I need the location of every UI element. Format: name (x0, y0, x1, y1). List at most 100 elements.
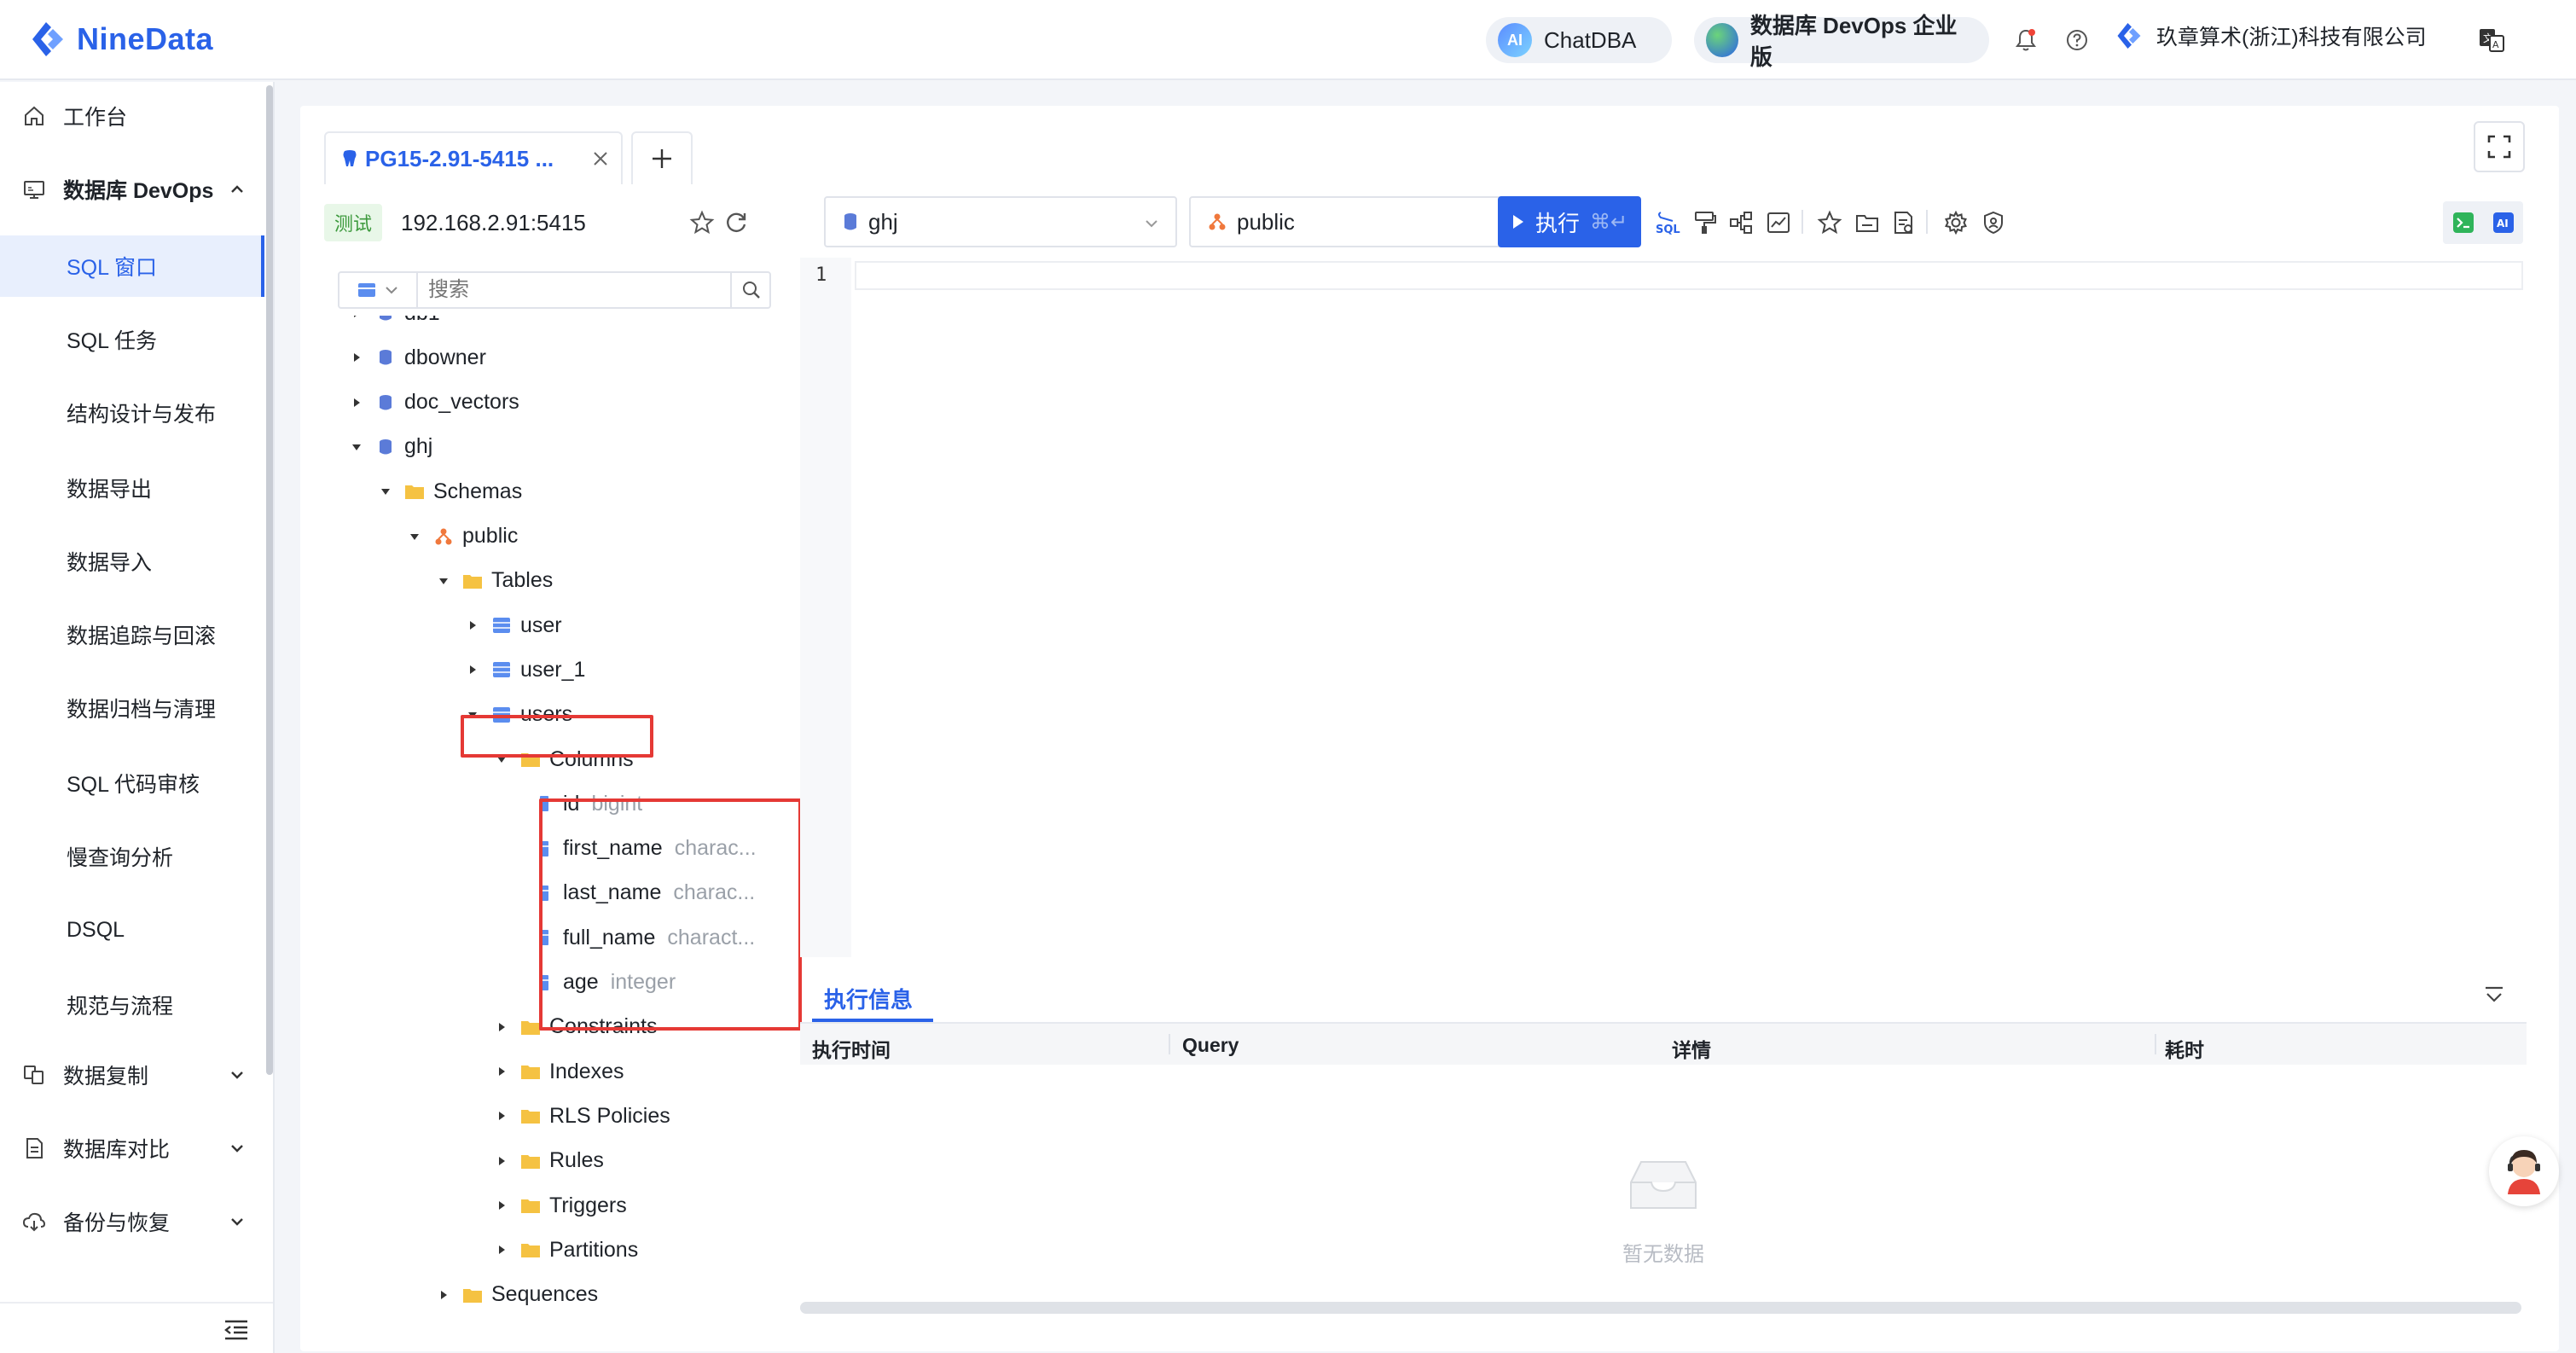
execution-plan-icon[interactable] (1726, 208, 1755, 237)
sidebar-item-sql-task[interactable]: SQL 任务 (0, 309, 264, 370)
tree-node-database[interactable]: doc_vectors (348, 381, 519, 424)
tree-search-input[interactable] (428, 273, 718, 307)
caret-down-icon[interactable] (435, 572, 452, 589)
caret-right-icon[interactable] (493, 1063, 510, 1080)
app-logo[interactable]: NineData (29, 19, 213, 60)
tree-node-folder[interactable]: Partitions (493, 1228, 638, 1271)
column-header: 详情 (1672, 1039, 1711, 1061)
sidebar-item-standards[interactable]: 规范与流程 (0, 974, 264, 1036)
current-line-highlight (855, 261, 2523, 290)
sql-format-icon[interactable]: SQL (1653, 208, 1682, 237)
tree-node-folder[interactable]: Indexes (493, 1050, 624, 1093)
search-icon (743, 282, 760, 299)
connection-address: 192.168.2.91:5415 (401, 209, 586, 235)
history-icon[interactable] (1888, 208, 1917, 237)
notification-icon[interactable] (2010, 24, 2042, 56)
caret-right-icon[interactable] (348, 349, 365, 366)
refresh-icon[interactable] (723, 210, 749, 235)
tab-sql-connection[interactable]: PG15-2.91-5415 ... (324, 131, 623, 184)
folder-icon (520, 1106, 541, 1126)
help-icon[interactable] (2061, 24, 2093, 56)
sidebar-item-db-compare[interactable]: 数据库对比 (0, 1118, 264, 1179)
sidebar-item-replication[interactable]: 数据复制 (0, 1044, 264, 1106)
svg-text:A: A (2492, 39, 2499, 50)
tree-search-button[interactable] (730, 273, 771, 307)
devops-edition-button[interactable]: 数据库 DevOps 企业版 (1694, 13, 1989, 70)
tree-node-database[interactable]: dbowner (348, 336, 486, 379)
sidebar-item-data-tracking[interactable]: 数据追踪与回滚 (0, 604, 264, 665)
sidebar-item-data-archive[interactable]: 数据归档与清理 (0, 677, 264, 739)
caret-right-icon[interactable] (464, 617, 481, 634)
schema-select[interactable]: public (1189, 196, 1535, 247)
results-tabs: 执行信息 (800, 973, 2527, 1024)
active-tab-indicator (812, 1019, 933, 1022)
collapse-panel-icon[interactable] (2482, 984, 2506, 1008)
close-icon[interactable] (590, 148, 611, 169)
tree-node-folder[interactable]: RLS Policies (493, 1095, 670, 1137)
language-switch-icon[interactable]: 文A (2475, 24, 2508, 56)
caret-right-icon[interactable] (493, 1019, 510, 1036)
tab-execution-info[interactable]: 执行信息 (824, 983, 913, 1014)
chart-analysis-icon[interactable] (1764, 208, 1793, 237)
caret-down-icon[interactable] (406, 528, 423, 545)
tree-node-table[interactable]: user (464, 604, 562, 647)
folder-open-icon[interactable] (1853, 208, 1882, 237)
caret-right-icon[interactable] (348, 394, 365, 411)
results-scrollbar[interactable] (800, 1302, 2521, 1314)
tree-node-folder[interactable]: Rules (493, 1140, 604, 1182)
table-icon (358, 283, 375, 297)
tree-node-label: db1 (404, 316, 440, 326)
sidebar-item-sql-review[interactable]: SQL 代码审核 (0, 752, 264, 814)
settings-gear-icon[interactable] (1941, 208, 1970, 237)
ai-assistant-icon[interactable]: AI (2492, 212, 2515, 234)
support-avatar-button[interactable] (2489, 1136, 2559, 1206)
sidebar-item-slow-query[interactable]: 慢查询分析 (0, 826, 264, 887)
paint-brush-icon[interactable] (1691, 208, 1720, 237)
column-header: 执行时间 (812, 1039, 891, 1061)
column-divider (1169, 1034, 1170, 1054)
sidebar-item-sql-window[interactable]: SQL 窗口 (0, 235, 264, 297)
tree-node-database[interactable]: db1 (348, 316, 440, 334)
tree-node-schema[interactable]: public (406, 515, 518, 558)
caret-right-icon[interactable] (464, 661, 481, 678)
collapse-sidebar-icon[interactable] (223, 1319, 249, 1341)
sidebar-item-schema-design[interactable]: 结构设计与发布 (0, 382, 264, 444)
caret-down-icon[interactable] (348, 438, 365, 456)
tree-node-folder[interactable]: Tables (435, 560, 553, 602)
sidebar-item-data-import[interactable]: 数据导入 (0, 531, 264, 592)
run-button[interactable]: 执行 ⌘↵ (1498, 196, 1641, 247)
sidebar-item-data-export[interactable]: 数据导出 (0, 457, 264, 519)
tree-node-folder[interactable]: Triggers (493, 1184, 627, 1227)
schema-icon (433, 526, 454, 547)
database-select[interactable]: ghj (824, 196, 1177, 247)
caret-right-icon[interactable] (348, 316, 365, 322)
add-tab-button[interactable] (631, 131, 693, 184)
tree-node-database[interactable]: ghj (348, 426, 432, 468)
sidebar-item-backup[interactable]: 备份与恢复 (0, 1191, 264, 1252)
sidebar-item-workbench[interactable]: 工作台 (0, 85, 264, 147)
panel-toggle-group: AI (2443, 201, 2523, 244)
sql-editor[interactable]: 1 (800, 258, 2527, 957)
sidebar-scrollbar[interactable] (266, 85, 273, 1075)
env-badge: 测试 (324, 204, 383, 241)
object-type-select[interactable] (339, 273, 418, 307)
sidebar-item-dsql[interactable]: DSQL (0, 899, 264, 961)
favorite-icon[interactable] (1815, 208, 1844, 237)
caret-right-icon[interactable] (493, 1197, 510, 1214)
security-shield-icon[interactable] (1979, 208, 2008, 237)
tree-node-folder[interactable]: Sequences (435, 1274, 598, 1316)
star-icon[interactable] (689, 210, 715, 235)
tree-node-folder[interactable]: Schemas (377, 470, 522, 513)
organization-switcher[interactable]: 玖章算术(浙江)科技有限公司 (2114, 20, 2427, 51)
caret-right-icon[interactable] (493, 1107, 510, 1124)
chatdba-button[interactable]: AI ChatDBA (1486, 17, 1672, 63)
caret-right-icon[interactable] (435, 1286, 452, 1304)
caret-right-icon[interactable] (493, 1241, 510, 1258)
terminal-icon[interactable] (2452, 212, 2474, 234)
devops-edition-label: 数据库 DevOps 企业版 (1749, 13, 1958, 70)
caret-down-icon[interactable] (377, 483, 394, 500)
tree-node-table[interactable]: user_1 (464, 648, 585, 691)
sidebar-item-devops[interactable]: 数据库 DevOps (0, 159, 264, 220)
caret-right-icon[interactable] (493, 1153, 510, 1170)
fullscreen-button[interactable] (2474, 121, 2525, 172)
